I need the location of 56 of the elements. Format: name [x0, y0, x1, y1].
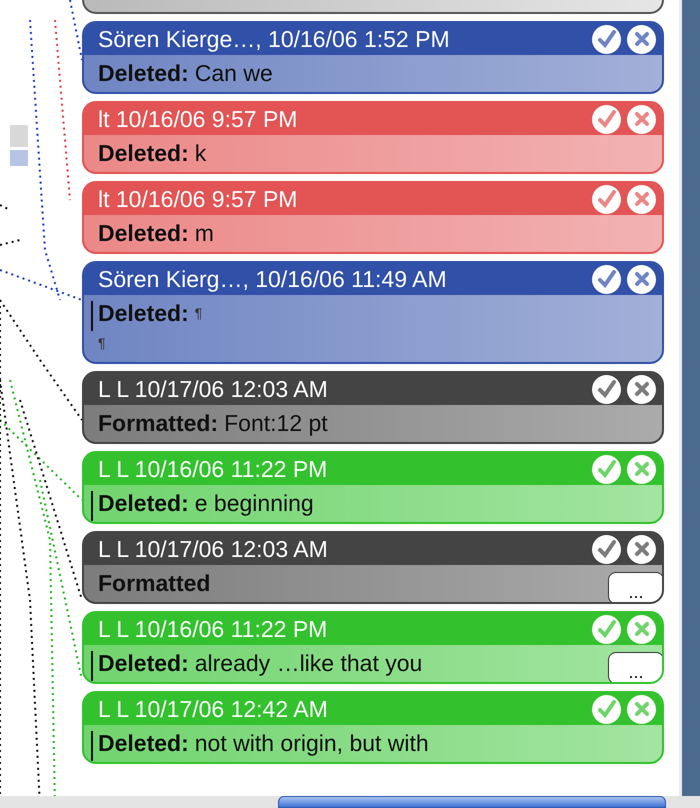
- accept-button[interactable]: [592, 374, 621, 404]
- balloon-author-date: lt 10/16/06 9:57 PM: [98, 186, 298, 212]
- balloon-author-date: L L 10/16/06 11:22 PM: [98, 456, 328, 482]
- balloon-author-date: L L 10/17/06 12:42 AM: [98, 696, 329, 722]
- close-icon: [634, 541, 650, 557]
- change-label: Deleted:: [98, 140, 189, 166]
- check-icon: [596, 269, 616, 289]
- balloon-author-date: Sören Kierg…, 10/16/06 11:49 AM: [98, 266, 448, 292]
- accept-button[interactable]: [592, 534, 621, 564]
- change-label: Deleted:: [98, 60, 189, 86]
- close-icon: [634, 461, 650, 477]
- change-text: e beginning: [194, 490, 314, 516]
- check-icon: [596, 459, 616, 479]
- accept-button[interactable]: [592, 24, 621, 54]
- balloon-author-date: L L 10/16/06 11:22 PM: [98, 616, 328, 642]
- change-text: m: [194, 220, 214, 246]
- more-button[interactable]: ...: [608, 572, 662, 602]
- change-label: Deleted:: [98, 730, 189, 756]
- change-text: not with origin, but with: [194, 730, 429, 756]
- check-icon: [596, 189, 616, 209]
- change-label: Deleted:: [98, 220, 189, 246]
- accept-button[interactable]: [592, 264, 621, 294]
- check-icon: [596, 379, 616, 399]
- close-icon: [634, 381, 650, 397]
- change-text: k: [194, 140, 206, 166]
- reject-button[interactable]: [627, 24, 656, 54]
- reject-button[interactable]: [627, 374, 656, 404]
- balloon-author-date: lt 10/16/06 9:57 PM: [98, 106, 298, 132]
- change-label: Deleted:: [98, 650, 189, 676]
- change-text: Font:12 pt: [224, 410, 328, 436]
- change-label: Deleted:: [98, 490, 189, 516]
- balloon-author-date: L L 10/17/06 12:03 AM: [98, 376, 329, 402]
- scroll-thumb[interactable]: [278, 796, 666, 808]
- paragraph-mark: ¶: [98, 335, 106, 351]
- check-icon: [596, 29, 616, 49]
- close-icon: [634, 271, 650, 287]
- close-icon: [634, 111, 650, 127]
- more-button[interactable]: ...: [608, 652, 662, 682]
- close-icon: [634, 621, 650, 637]
- check-icon: [596, 619, 616, 639]
- check-icon: [596, 699, 616, 719]
- reject-button[interactable]: [627, 264, 656, 294]
- change-text: Can we: [194, 60, 273, 86]
- change-label: Deleted:: [98, 300, 189, 326]
- close-icon: [634, 701, 650, 717]
- reject-button[interactable]: [627, 534, 656, 564]
- balloon-author-date: Sören Kierge…, 10/16/06 1:52 PM: [98, 26, 451, 52]
- check-icon: [596, 109, 616, 129]
- change-text: already …like that you: [194, 650, 422, 676]
- change-label: Formatted:: [98, 410, 218, 436]
- paragraph-mark: ¶: [194, 305, 202, 321]
- check-icon: [596, 539, 616, 559]
- close-icon: [634, 31, 650, 47]
- close-icon: [634, 191, 650, 207]
- change-label: Formatted: [98, 570, 210, 596]
- balloon-author-date: L L 10/17/06 12:03 AM: [98, 536, 329, 562]
